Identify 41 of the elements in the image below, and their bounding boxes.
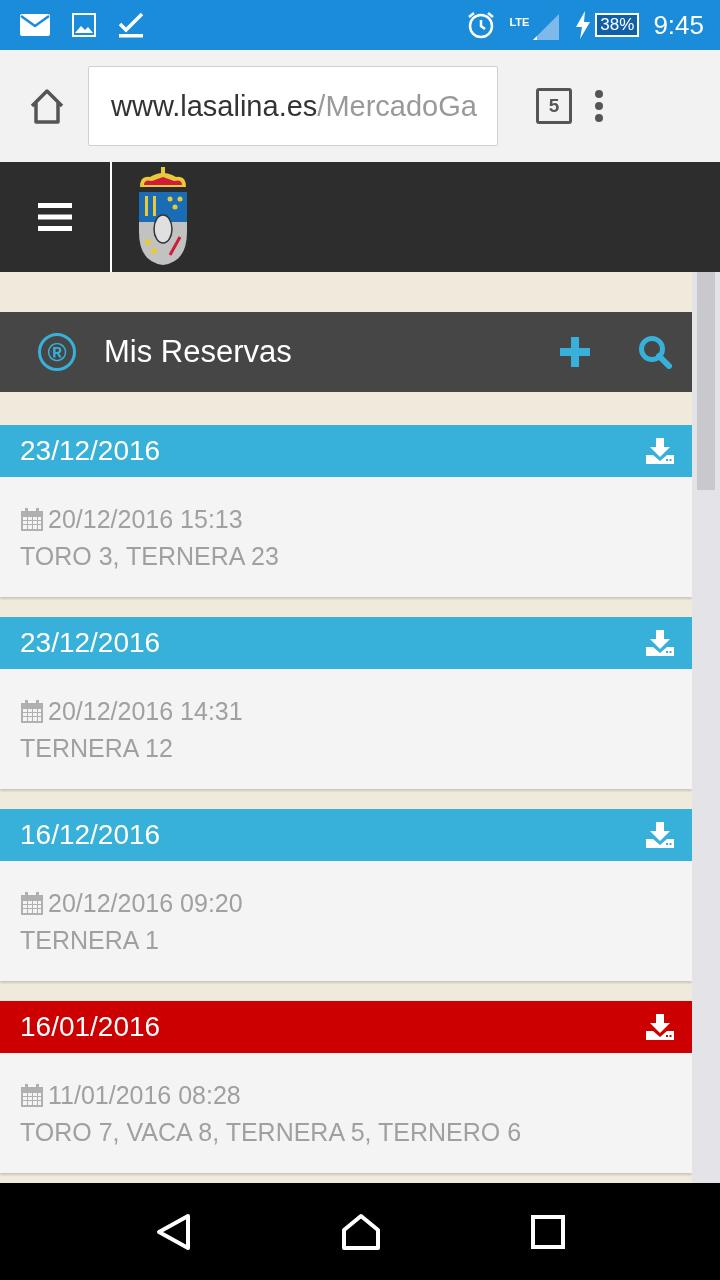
recent-apps-icon[interactable]	[531, 1214, 565, 1249]
download-icon[interactable]	[646, 1014, 674, 1040]
reservation-date: 16/01/2016	[20, 1011, 161, 1043]
menu-icon[interactable]	[38, 203, 72, 231]
address-bar[interactable]: www.lasalina.es/MercadoGa	[88, 66, 498, 146]
calendar-icon	[20, 1083, 44, 1108]
reservation-items: TERNERA 12	[20, 734, 174, 763]
reservation-date: 16/12/2016	[20, 819, 161, 851]
url-host: www.lasalina.es	[111, 89, 318, 123]
back-icon[interactable]	[155, 1212, 191, 1251]
reservation-items: TERNERA 1	[20, 926, 160, 955]
search-icon[interactable]	[638, 335, 672, 369]
clock: 9:45	[653, 9, 704, 41]
checkmark-icon	[118, 12, 144, 38]
home-icon[interactable]	[341, 1212, 381, 1251]
tab-count-button[interactable]: 5	[536, 88, 572, 124]
calendar-icon	[20, 699, 44, 724]
calendar-icon	[20, 891, 44, 916]
mail-icon	[20, 14, 50, 36]
registered-icon: ®	[38, 333, 76, 371]
reservation-created: 20/12/2016 14:31	[48, 697, 243, 726]
battery-level: 38%	[595, 13, 640, 37]
url-path: /MercadoGa	[317, 89, 477, 123]
scrollbar-thumb[interactable]	[697, 272, 715, 490]
add-icon[interactable]	[560, 337, 590, 367]
image-icon	[72, 13, 96, 37]
reservation-created: 20/12/2016 09:20	[48, 889, 243, 918]
network-type: LTE	[509, 15, 530, 28]
reservation-items: TORO 7, VACA 8, TERNERA 5, TERNERO 6	[20, 1118, 523, 1147]
reservation-created: 20/12/2016 15:13	[48, 505, 243, 534]
alarm-icon	[467, 11, 496, 39]
page-title: Mis Reservas	[104, 334, 293, 370]
home-icon[interactable]	[28, 87, 66, 125]
calendar-icon	[20, 507, 44, 532]
reservation-created: 11/01/2016 08:28	[48, 1081, 241, 1110]
reservation-date: 23/12/2016	[20, 435, 161, 467]
charging-icon	[575, 11, 592, 39]
more-menu-icon[interactable]	[594, 89, 604, 123]
reservation-items: TORO 3, TERNERA 23	[20, 542, 280, 571]
reservation-header[interactable]: 16/01/2016	[0, 1001, 692, 1053]
reservation-date: 23/12/2016	[20, 627, 161, 659]
